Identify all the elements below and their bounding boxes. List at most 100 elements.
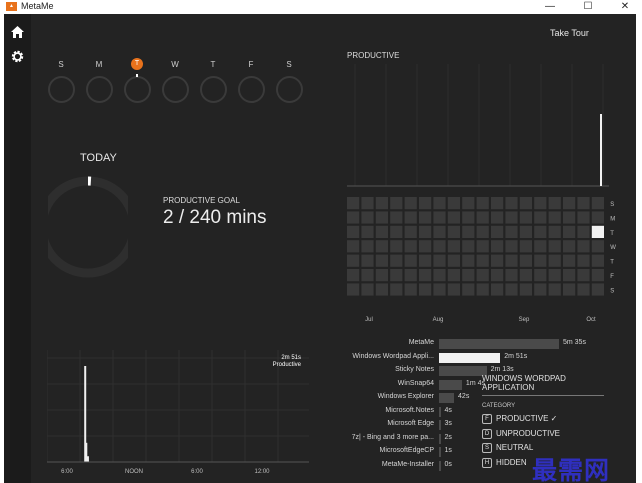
heatmap-cell[interactable] <box>519 283 532 296</box>
heatmap-cell[interactable] <box>390 225 403 238</box>
heatmap-cell[interactable] <box>462 240 475 253</box>
heatmap-cell[interactable] <box>375 225 388 238</box>
app-usage-bar[interactable] <box>439 420 441 430</box>
heatmap-cell[interactable] <box>419 225 432 238</box>
heatmap-cell[interactable] <box>447 240 460 253</box>
close-button[interactable]: ✕ <box>610 0 640 14</box>
heatmap-cell[interactable] <box>462 254 475 267</box>
heatmap-cell[interactable] <box>591 225 604 238</box>
heatmap-cell[interactable] <box>476 283 489 296</box>
heatmap-cell[interactable] <box>591 254 604 267</box>
heatmap-cell[interactable] <box>390 269 403 282</box>
heatmap-cell[interactable] <box>419 197 432 210</box>
heatmap-cell[interactable] <box>347 225 360 238</box>
maximize-button[interactable]: ☐ <box>573 0 603 14</box>
app-usage-bar[interactable] <box>439 393 455 403</box>
heatmap-cell[interactable] <box>447 283 460 296</box>
day-label[interactable]: S <box>282 60 296 69</box>
heatmap-cell[interactable] <box>419 283 432 296</box>
heatmap-cell[interactable] <box>390 240 403 253</box>
heatmap-cell[interactable] <box>433 240 446 253</box>
heatmap-cell[interactable] <box>404 283 417 296</box>
heatmap-cell[interactable] <box>361 225 374 238</box>
heatmap-cell[interactable] <box>505 225 518 238</box>
heatmap-cell[interactable] <box>534 283 547 296</box>
heatmap-cell[interactable] <box>505 211 518 224</box>
heatmap-cell[interactable] <box>505 240 518 253</box>
heatmap-cell[interactable] <box>591 269 604 282</box>
day-ring[interactable] <box>48 76 75 103</box>
heatmap-cell[interactable] <box>447 197 460 210</box>
heatmap-cell[interactable] <box>433 197 446 210</box>
heatmap-cell[interactable] <box>433 211 446 224</box>
heatmap-cell[interactable] <box>548 254 561 267</box>
heatmap-cell[interactable] <box>390 197 403 210</box>
heatmap-cell[interactable] <box>447 211 460 224</box>
heatmap-cell[interactable] <box>519 197 532 210</box>
heatmap-cell[interactable] <box>534 240 547 253</box>
heatmap-cell[interactable] <box>563 254 576 267</box>
category-option-productive[interactable]: F PRODUCTIVE ✓ <box>482 414 557 424</box>
heatmap-cell[interactable] <box>577 269 590 282</box>
day-ring[interactable] <box>238 76 265 103</box>
heatmap-cell[interactable] <box>519 225 532 238</box>
heatmap-cell[interactable] <box>491 269 504 282</box>
category-option-hidden[interactable]: H HIDDEN <box>482 457 527 468</box>
heatmap-cell[interactable] <box>548 240 561 253</box>
heatmap-cell[interactable] <box>375 211 388 224</box>
heatmap-cell[interactable] <box>519 240 532 253</box>
app-usage-row[interactable]: Microsoft.Notes 4s <box>344 406 614 419</box>
heatmap-cell[interactable] <box>534 211 547 224</box>
heatmap-cell[interactable] <box>491 211 504 224</box>
heatmap-cell[interactable] <box>462 197 475 210</box>
heatmap-cell[interactable] <box>462 225 475 238</box>
heatmap-cell[interactable] <box>419 269 432 282</box>
day-label[interactable]: T <box>131 58 143 70</box>
heatmap-cell[interactable] <box>419 254 432 267</box>
app-usage-bar[interactable] <box>439 433 441 444</box>
heatmap-cell[interactable] <box>519 211 532 224</box>
heatmap-cell[interactable] <box>361 254 374 267</box>
day-ring[interactable] <box>200 76 227 103</box>
heatmap-cell[interactable] <box>563 211 576 224</box>
take-tour-link[interactable]: Take Tour <box>550 28 589 38</box>
heatmap-cell[interactable] <box>390 211 403 224</box>
day-label[interactable]: F <box>244 60 258 69</box>
heatmap-cell[interactable] <box>591 240 604 253</box>
heatmap-cell[interactable] <box>419 240 432 253</box>
heatmap-cell[interactable] <box>534 225 547 238</box>
heatmap-cell[interactable] <box>462 211 475 224</box>
heatmap-cell[interactable] <box>577 197 590 210</box>
heatmap-cell[interactable] <box>347 283 360 296</box>
minimize-button[interactable]: — <box>535 0 565 14</box>
heatmap-cell[interactable] <box>404 197 417 210</box>
heatmap-cell[interactable] <box>505 254 518 267</box>
heatmap-cell[interactable] <box>577 240 590 253</box>
category-option-unproductive[interactable]: D UNPRODUCTIVE <box>482 428 560 439</box>
heatmap-cell[interactable] <box>375 283 388 296</box>
heatmap-cell[interactable] <box>548 269 561 282</box>
heatmap-cell[interactable] <box>375 269 388 282</box>
day-ring[interactable] <box>124 76 151 103</box>
heatmap-cell[interactable] <box>361 211 374 224</box>
heatmap-cell[interactable] <box>534 269 547 282</box>
heatmap-cell[interactable] <box>563 197 576 210</box>
heatmap-cell[interactable] <box>491 283 504 296</box>
heatmap-cell[interactable] <box>577 225 590 238</box>
heatmap-cell[interactable] <box>361 283 374 296</box>
heatmap-cell[interactable] <box>347 240 360 253</box>
heatmap-cell[interactable] <box>361 197 374 210</box>
heatmap-cell[interactable] <box>347 269 360 282</box>
heatmap-cell[interactable] <box>447 225 460 238</box>
app-usage-row[interactable]: Microsoft Edge 3s <box>344 419 614 432</box>
heatmap-cell[interactable] <box>404 240 417 253</box>
app-usage-bar[interactable] <box>439 339 559 349</box>
day-label[interactable]: T <box>206 60 220 69</box>
heatmap-cell[interactable] <box>375 254 388 267</box>
app-usage-bar[interactable] <box>439 352 501 363</box>
heatmap-cell[interactable] <box>347 197 360 210</box>
heatmap-cell[interactable] <box>375 240 388 253</box>
app-usage-bar[interactable] <box>439 406 441 417</box>
heatmap-cell[interactable] <box>476 240 489 253</box>
heatmap-cell[interactable] <box>476 269 489 282</box>
